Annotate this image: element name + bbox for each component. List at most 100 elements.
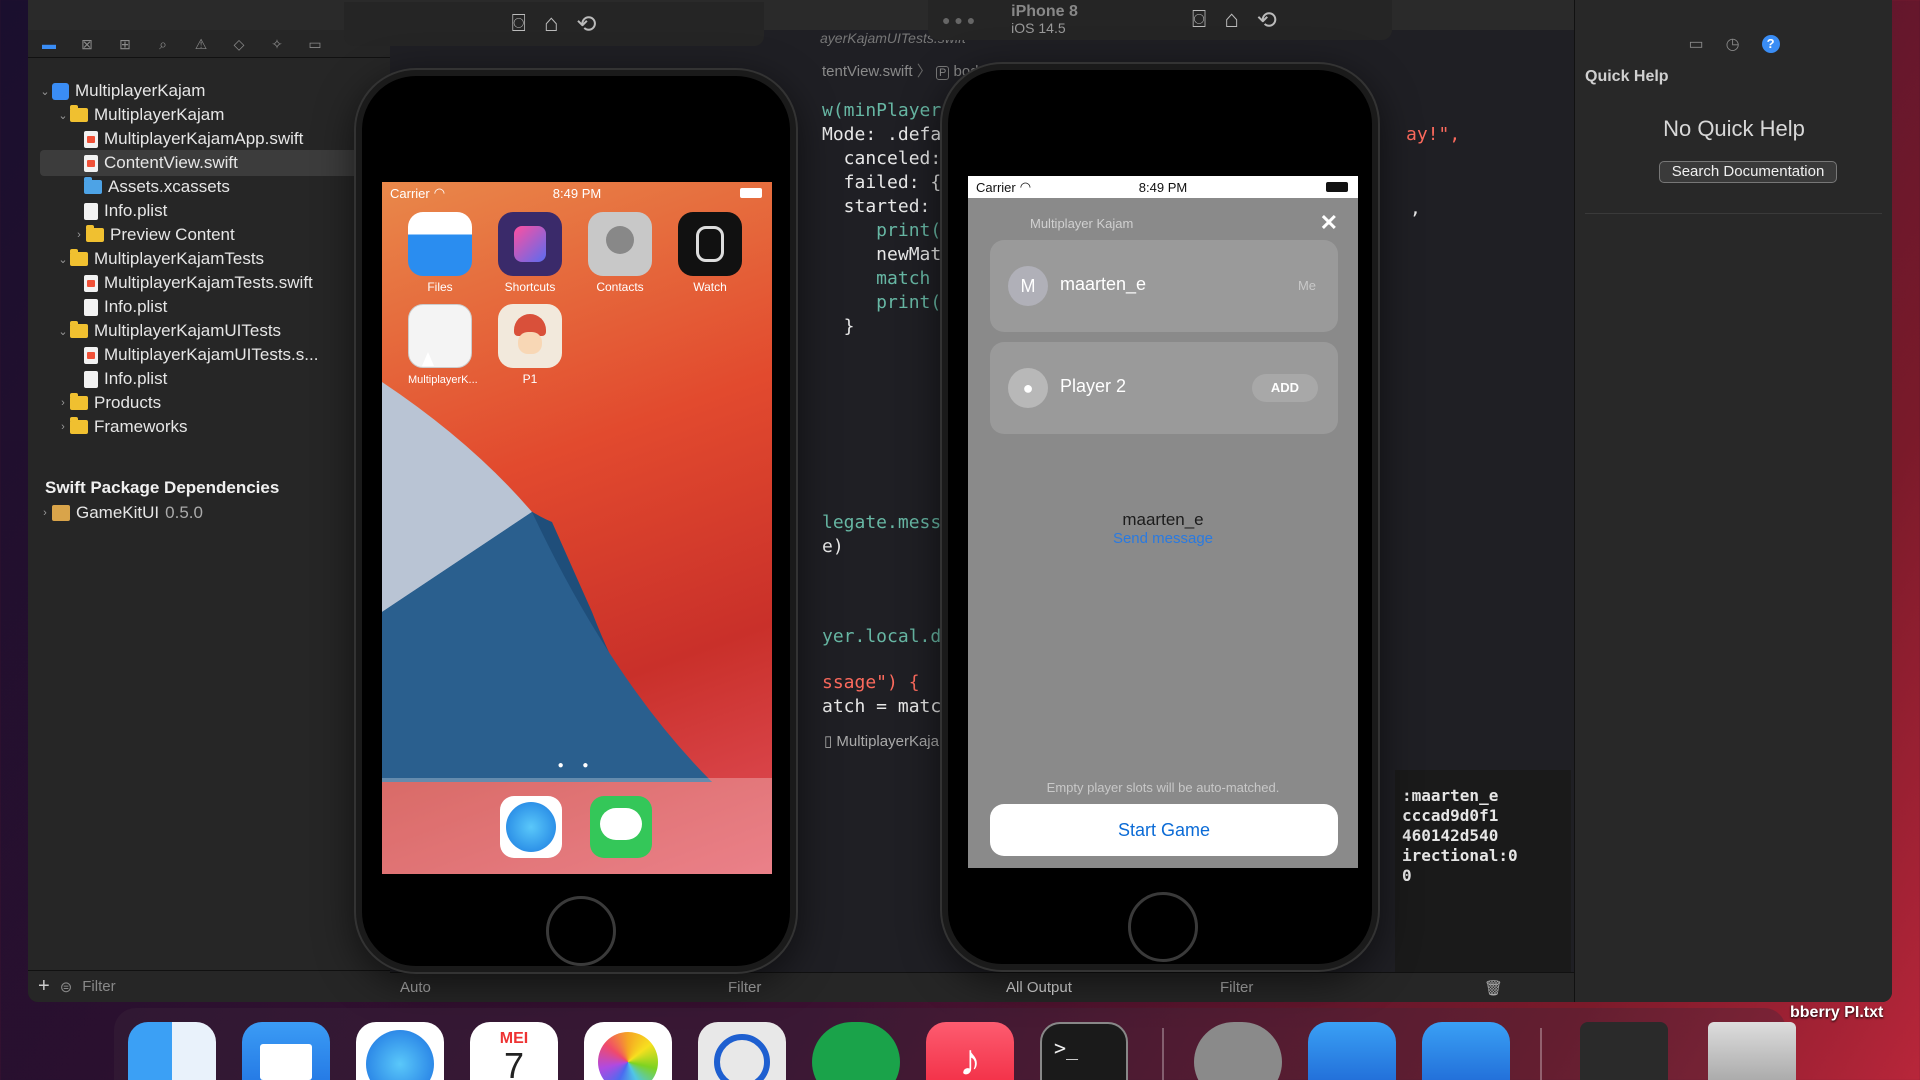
page-indicator[interactable]: ● ● [382, 760, 772, 771]
code-line[interactable]: } [822, 316, 855, 337]
chevron-right-icon[interactable]: › [56, 397, 70, 409]
tree-item-folder[interactable]: › Products [56, 390, 161, 416]
app-p1[interactable]: P1 [498, 304, 562, 386]
trash-icon[interactable] [1708, 1022, 1796, 1080]
chevron-right-icon[interactable]: › [38, 507, 52, 519]
folder-icon[interactable]: ▬ [40, 36, 58, 52]
filter-input[interactable]: Filter [82, 978, 115, 995]
navigator-filter-bar: + ⊜ Filter [28, 970, 390, 1002]
tree-item-label: Preview Content [110, 225, 235, 244]
tree-item-file[interactable]: Info.plist [84, 294, 167, 320]
console-filter-input[interactable]: Filter [1220, 979, 1253, 996]
home-button[interactable] [546, 896, 616, 966]
tree-item-file[interactable]: MultiplayerKajamApp.swift [84, 126, 303, 152]
search-documentation-button[interactable]: Search Documentation [1659, 161, 1837, 183]
tree-item-folder[interactable]: › Frameworks [56, 414, 188, 440]
app-shortcuts[interactable]: Shortcuts [498, 212, 562, 294]
window-controls-icon[interactable]: ● ● ● [942, 12, 975, 28]
password-manager-icon[interactable] [698, 1022, 786, 1080]
variables-scope-select[interactable]: Auto [400, 979, 431, 996]
tree-item-file[interactable]: Assets.xcassets [84, 174, 230, 200]
breadcrumb: tentView.swift 〉 P body [822, 63, 987, 80]
hierarchy-icon[interactable]: ⊞ [116, 36, 134, 52]
code-line[interactable]: , [1410, 198, 1421, 219]
source-control-icon[interactable]: ⊠ [78, 36, 96, 52]
tree-item-file[interactable]: MultiplayerKajamUITests.s... [84, 342, 318, 368]
chevron-right-icon[interactable]: › [56, 421, 70, 433]
app-contacts[interactable]: Contacts [588, 212, 652, 294]
system-preferences-icon[interactable] [1194, 1022, 1282, 1080]
code-line[interactable]: e) [822, 536, 844, 557]
tree-item-folder[interactable]: ⌄ MultiplayerKajamUITests [56, 318, 281, 344]
filter-icon[interactable]: ⊜ [60, 978, 73, 996]
add-player-button[interactable]: ADD [1252, 374, 1318, 402]
close-icon[interactable]: ✕ [1320, 210, 1338, 236]
navigator-tabs: ▬ ⊠ ⊞ ⌕ ⚠ ◇ ✧ ▭ [28, 30, 390, 58]
chevron-down-icon[interactable]: ⌄ [56, 109, 70, 122]
tree-item-file-selected[interactable]: ContentView.swift [40, 150, 384, 176]
tree-item-file[interactable]: Info.plist [84, 366, 167, 392]
terminal-icon[interactable]: >_ [1040, 1022, 1128, 1080]
messages-icon[interactable] [590, 796, 652, 858]
tree-item-project[interactable]: ⌄ MultiplayerKajam M [38, 78, 388, 104]
window-preview-icon[interactable] [1580, 1022, 1668, 1080]
help-icon[interactable]: ? [1761, 35, 1780, 53]
music-icon[interactable]: ♪ [926, 1022, 1014, 1080]
debug-icon[interactable]: ✧ [268, 36, 286, 52]
output-select[interactable]: All Output [1006, 979, 1072, 996]
tree-item-folder[interactable]: ⌄ MultiplayerKajam [56, 102, 224, 128]
code-line[interactable]: ay!", [1406, 124, 1460, 145]
desktop-file-label[interactable]: bberry PI.txt [1790, 1004, 1883, 1022]
chevron-down-icon[interactable]: ⌄ [56, 253, 70, 266]
game-center-screen: Carrier ◠ 8:49 PM Multiplayer Kajam ✕ M … [968, 176, 1358, 868]
screenshot-icon[interactable]: ⌼ [1192, 6, 1206, 34]
tree-item-label: Info.plist [104, 201, 168, 220]
photos-icon[interactable] [584, 1022, 672, 1080]
folder-icon [70, 393, 88, 410]
quick-help-title: Quick Help [1585, 68, 1669, 85]
swift-file-icon [84, 346, 98, 364]
calendar-icon[interactable]: MEI 7 [470, 1022, 558, 1080]
app-watch[interactable]: Watch [678, 212, 742, 294]
search-icon[interactable]: ⌕ [154, 36, 172, 52]
safari-icon[interactable] [500, 796, 562, 858]
rotate-icon[interactable]: ⟲ [1257, 6, 1277, 35]
tree-item-folder[interactable]: › Preview Content [72, 222, 235, 248]
tree-item-file[interactable]: Info.plist [84, 198, 167, 224]
variables-filter-input[interactable]: Filter [728, 979, 761, 996]
plist-file-icon [84, 298, 98, 316]
app-target-icon: ▯ [824, 733, 837, 750]
add-icon[interactable]: + [38, 975, 50, 998]
code-line[interactable]: ssage") { [822, 672, 920, 693]
history-icon[interactable]: ◷ [1726, 34, 1740, 54]
app-files[interactable]: Files [408, 212, 472, 294]
bank-icon[interactable] [812, 1022, 900, 1080]
chevron-right-icon[interactable]: › [72, 229, 86, 241]
finder-icon[interactable] [128, 1022, 216, 1080]
test-icon[interactable]: ◇ [230, 36, 248, 52]
file-inspector-icon[interactable]: ▭ [1688, 34, 1703, 54]
home-icon[interactable]: ⌂ [1224, 6, 1239, 34]
chevron-down-icon[interactable]: ⌄ [38, 85, 52, 98]
tree-item-folder[interactable]: ⌄ MultiplayerKajamTests [56, 246, 264, 272]
chevron-down-icon[interactable]: ⌄ [56, 325, 70, 338]
warning-icon[interactable]: ⚠ [192, 36, 210, 52]
tree-item-file[interactable]: MultiplayerKajamTests.swift [84, 270, 313, 296]
screenshot-icon[interactable]: ⌼ [511, 10, 525, 38]
breakpoint-icon[interactable]: ▭ [306, 36, 324, 52]
breadcrumb-file[interactable]: tentView.swift [822, 63, 913, 80]
app-multiplayer-kajam[interactable]: MultiplayerK... [408, 304, 478, 386]
simulator-icon[interactable] [1422, 1022, 1510, 1080]
safari-icon[interactable] [356, 1022, 444, 1080]
tree-item-package[interactable]: › GameKitUI 0.5.0 [38, 500, 203, 526]
send-message-link[interactable]: Send message [968, 530, 1358, 547]
rotate-icon[interactable]: ⟲ [576, 10, 596, 39]
xcode-icon[interactable] [1308, 1022, 1396, 1080]
console-line: :maarten_e [1402, 786, 1499, 805]
trash-icon[interactable]: 🗑 [1484, 979, 1503, 997]
home-icon[interactable]: ⌂ [544, 10, 559, 38]
start-game-button[interactable]: Start Game [990, 804, 1338, 856]
mail-icon[interactable] [242, 1022, 330, 1080]
home-button[interactable] [1128, 892, 1198, 962]
status-bar: Carrier ◠ 8:49 PM [382, 182, 772, 204]
